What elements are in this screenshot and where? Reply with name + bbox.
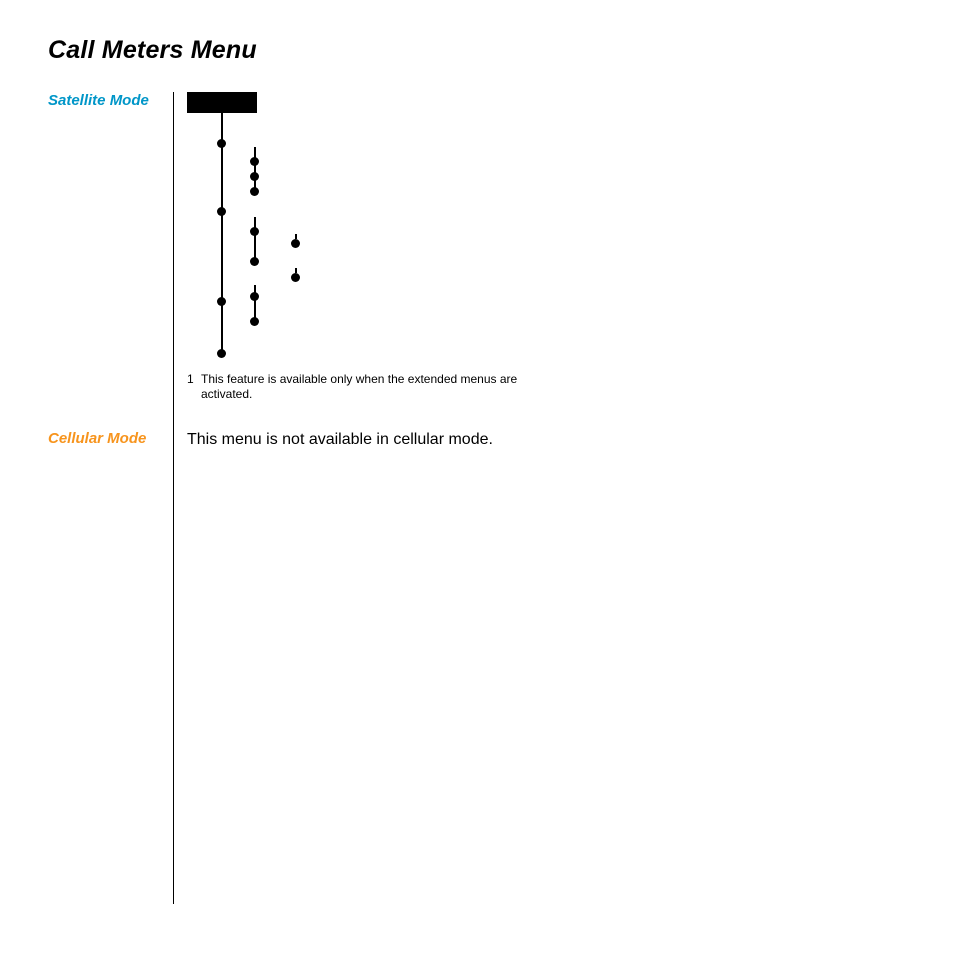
tree-node-icon <box>250 227 259 236</box>
tree-trunk-icon <box>221 113 223 353</box>
footnote-marker: 1 <box>187 372 201 387</box>
tree-node-icon <box>250 157 259 166</box>
tree-node-icon <box>250 187 259 196</box>
tree-root-icon <box>187 92 257 113</box>
tree-node-icon <box>250 257 259 266</box>
cellular-body-text: This menu is not available in cellular m… <box>187 430 493 451</box>
tree-node-icon <box>250 172 259 181</box>
menu-tree-diagram <box>187 92 557 372</box>
section-label-satellite: Satellite Mode <box>48 92 168 110</box>
tree-node-icon <box>217 207 226 216</box>
tree-node-icon <box>250 292 259 301</box>
tree-node-icon <box>291 273 300 282</box>
tree-node-icon <box>217 139 226 148</box>
tree-node-icon <box>291 239 300 248</box>
tree-node-icon <box>217 297 226 306</box>
document-page: Call Meters Menu Satellite Mode Cellular… <box>0 0 954 954</box>
vertical-divider <box>173 92 174 904</box>
tree-node-icon <box>217 349 226 358</box>
page-title: Call Meters Menu <box>48 36 257 65</box>
tree-node-icon <box>250 317 259 326</box>
footnote: 1This feature is available only when the… <box>187 372 567 402</box>
section-label-cellular: Cellular Mode <box>48 430 168 448</box>
footnote-text: This feature is available only when the … <box>201 372 551 402</box>
